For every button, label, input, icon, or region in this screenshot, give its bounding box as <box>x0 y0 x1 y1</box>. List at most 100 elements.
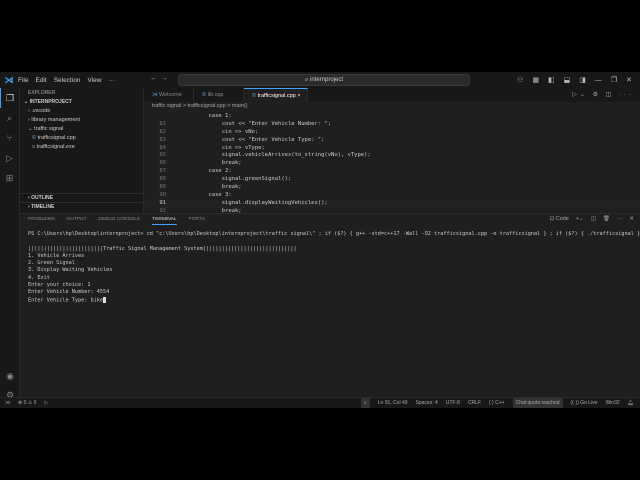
code-line[interactable]: 87 case 2: <box>144 168 640 176</box>
run-debug-icon[interactable]: ▷ <box>0 148 19 168</box>
folder-library-management[interactable]: › library management <box>20 116 143 125</box>
language-mode[interactable]: { } C++ <box>489 398 505 408</box>
search-text: internproject <box>310 77 344 83</box>
code-text: cin >> vType; <box>182 144 265 151</box>
tab-terminal[interactable]: TERMINAL <box>152 214 177 225</box>
file-trafficsignal-cpp[interactable]: © trafficsignal.cpp <box>20 134 143 143</box>
code-text: case 2: <box>182 168 232 175</box>
code-line[interactable]: 85 signal.vehicleArrives(to_string(vNo),… <box>144 152 640 160</box>
line-number: 85 <box>159 152 166 159</box>
editor-actions[interactable]: ▷⌄ ⚙ ◫ ··· <box>572 91 634 98</box>
code-line[interactable]: 83 cout << "Enter Vehicle Type: "; <box>144 137 640 145</box>
command-center-search[interactable]: ⌕ internproject <box>178 74 470 86</box>
code-line[interactable]: 81 cout << "Enter Vehicle Number: "; <box>144 121 640 129</box>
toggle-secondary-icon[interactable]: ◨ <box>579 76 586 84</box>
problems-status[interactable]: ⊗ 0 ⚠ 0 <box>18 398 36 408</box>
source-control-icon[interactable]: ⑂ <box>0 128 19 148</box>
restore-icon[interactable]: ❐ <box>611 76 617 84</box>
tab-welcome[interactable]: ⋊ Welcome <box>144 88 194 102</box>
editor-tabs: ⋊ Welcome © lib.cpp © trafficsignal.cpp … <box>144 88 640 102</box>
line-number: 84 <box>159 144 166 151</box>
code-line[interactable]: 84 cin >> vType; <box>144 145 640 153</box>
zoom-icon[interactable]: ⌕ <box>360 398 370 408</box>
tab-ports[interactable]: PORTS <box>189 214 205 225</box>
platform[interactable]: Win32 <box>605 398 619 408</box>
folder-vscode[interactable]: › .vscode <box>20 107 143 116</box>
remote-icon[interactable]: ⋊ <box>5 398 10 408</box>
menu-file[interactable]: File <box>18 77 28 84</box>
layout-icon[interactable]: ▦ <box>532 76 539 84</box>
tab-debug-console[interactable]: DEBUG CONSOLE <box>98 214 140 225</box>
toggle-panel-icon[interactable]: ⬓ <box>564 76 571 84</box>
line-number: 89 <box>159 184 166 191</box>
more-icon[interactable]: ··· <box>617 214 623 225</box>
line-number: 81 <box>159 120 166 127</box>
terminal-shell-select[interactable]: ⊡ Code <box>550 214 569 225</box>
tab-lib-cpp[interactable]: © lib.cpp <box>194 88 244 102</box>
minimize-icon[interactable]: — <box>595 77 602 84</box>
line-number: 83 <box>159 136 166 143</box>
code-line[interactable]: 91 signal.displayWaitingVehicles(); <box>144 199 640 208</box>
terminal-line: Enter Vehicle Number: 4554 <box>28 289 110 296</box>
code-line[interactable]: case 1: <box>144 113 640 121</box>
menu-edit[interactable]: Edit <box>35 77 46 84</box>
code-text: case 3: <box>182 191 232 198</box>
code-line[interactable]: 88 signal.greenSignal(); <box>144 176 640 184</box>
tab-output[interactable]: OUTPUT <box>67 214 87 225</box>
debug-icon[interactable]: ▷ <box>44 398 48 408</box>
tab-close-icon[interactable]: × <box>297 93 300 99</box>
search-icon[interactable]: ⌕ <box>0 108 19 128</box>
terminal-line: Enter Vehicle Type: bike <box>28 296 640 304</box>
terminal-output[interactable]: PS C:\Users\hp\Desktop\internproject> cd… <box>20 225 640 304</box>
code-text: cin >> vNo; <box>182 128 259 135</box>
terminal-line: 4. Exit <box>28 274 50 281</box>
line-number: 86 <box>159 160 166 167</box>
line-number: 87 <box>159 168 166 175</box>
cursor-position[interactable]: Ln 91, Col 49 <box>378 398 408 408</box>
kill-terminal-icon[interactable]: 🗑 <box>603 214 610 225</box>
timeline-section[interactable]: › TIMELINE <box>20 202 144 211</box>
account-icon[interactable]: ◉ <box>0 366 20 386</box>
code-line[interactable]: 89 break; <box>144 184 640 192</box>
toggle-sidebar-icon[interactable]: ◧ <box>548 76 555 84</box>
menu-view[interactable]: View <box>87 77 101 84</box>
terminal-line: ||||||||||||||||||||||||Traffic Signal M… <box>28 245 297 252</box>
split-terminal-icon[interactable]: ◫ <box>591 214 596 225</box>
file-trafficsignal-exe[interactable]: ≡ trafficsignal.exe <box>20 143 143 152</box>
tab-trafficsignal-cpp[interactable]: © trafficsignal.cpp × <box>244 88 308 102</box>
indentation[interactable]: Spaces: 4 <box>416 398 438 408</box>
project-root[interactable]: ⌄ INTERNPROJECT <box>20 98 143 107</box>
menu-more[interactable]: ··· <box>108 77 115 84</box>
terminal-line: 3. Display Waiting Vehicles <box>28 267 113 274</box>
outline-section[interactable]: › OUTLINE <box>20 193 144 202</box>
line-number: 91 <box>159 199 166 206</box>
chat-quota[interactable]: Chat quota reached <box>512 398 563 408</box>
nav-arrows[interactable]: ← → <box>150 75 168 82</box>
code-line[interactable]: 86 break; <box>144 160 640 168</box>
copilot-icon[interactable]: ⚇ <box>517 76 523 84</box>
code-line[interactable]: 82 cin >> vNo; <box>144 129 640 137</box>
menu-selection[interactable]: Selection <box>54 77 81 84</box>
explorer-icon[interactable]: ❐ <box>0 88 19 108</box>
folder-traffic-signal[interactable]: ⌄ traffic signal <box>20 125 143 134</box>
extensions-icon[interactable]: ⊞ <box>0 168 19 188</box>
code-text: signal.vehicleArrives(to_string(vNo), vT… <box>182 152 371 159</box>
status-bar: ⋊ ⊗ 0 ⚠ 0 ▷ ⌕ Ln 91, Col 49 Spaces: 4 UT… <box>0 397 640 408</box>
code-line[interactable]: 90 case 3: <box>144 192 640 200</box>
encoding[interactable]: UTF-8 <box>446 398 460 408</box>
tab-problems[interactable]: PROBLEMS <box>28 214 55 225</box>
eol[interactable]: CRLF <box>468 398 481 408</box>
code-text: break; <box>182 184 242 191</box>
close-icon[interactable]: ✕ <box>626 76 632 84</box>
code-text: break; <box>182 160 242 167</box>
code-text: cout << "Enter Vehicle Number: "; <box>182 120 332 127</box>
notifications-icon[interactable]: 🔔︎ <box>628 398 634 408</box>
go-live[interactable]: ((·)) Go Live <box>571 398 598 408</box>
terminal-cursor <box>102 296 106 303</box>
code-editor[interactable]: case 1: 81 cout << "Enter Vehicle Number:… <box>144 113 640 213</box>
new-terminal-icon[interactable]: +⌄ <box>576 214 584 225</box>
title-bar: ⋊ File Edit Selection View ··· ← → ⌕ internp… <box>0 72 640 88</box>
vscode-logo-icon: ⋊ <box>4 74 14 85</box>
breadcrumb[interactable]: traffic signal > trafficsignal.cpp > mai… <box>152 103 247 109</box>
close-panel-icon[interactable]: ✕ <box>629 214 634 225</box>
